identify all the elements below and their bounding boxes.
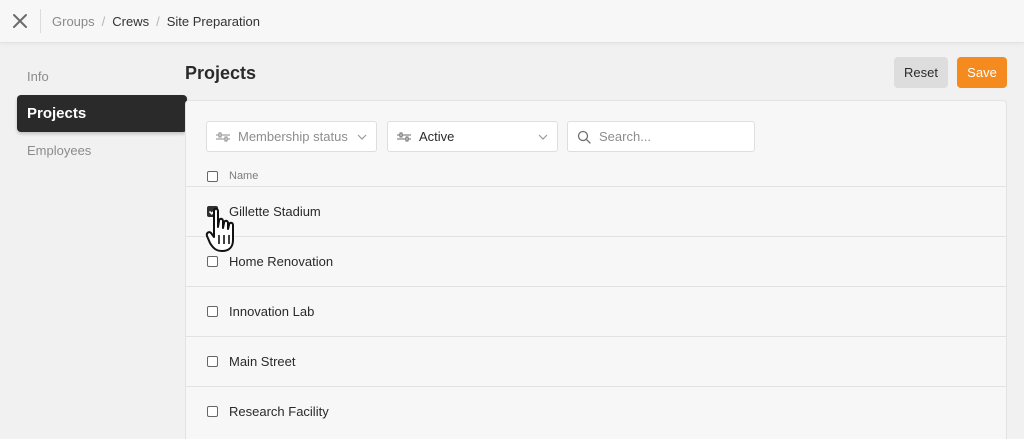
reset-button[interactable]: Reset [894, 57, 948, 88]
sidebar-item-info[interactable]: Info [17, 58, 187, 95]
search-input[interactable] [599, 129, 749, 144]
top-bar: Groups / Crews / Site Preparation [0, 0, 1024, 43]
sidebar-item-label: Info [27, 69, 49, 84]
status-filter-label: Active [419, 129, 455, 144]
projects-panel: Membership status Active Search... Name … [185, 100, 1007, 439]
membership-status-label: Membership status [238, 129, 348, 144]
page-title: Projects [185, 63, 257, 83]
chevron-down-icon [538, 134, 548, 140]
topbar-divider [40, 9, 41, 33]
breadcrumb-current: Site Preparation [166, 13, 260, 29]
sidebar-item-projects[interactable]: Projects [17, 95, 187, 132]
sliders-icon [216, 132, 230, 142]
close-icon [12, 13, 28, 29]
row-label: Research Facility [229, 404, 329, 419]
sidebar-item-employees[interactable]: Employees [17, 132, 187, 169]
table-row[interactable]: Main Street [186, 336, 1006, 386]
row-checkbox[interactable] [207, 206, 218, 217]
breadcrumb-separator: / [101, 13, 106, 29]
project-list: Gillette Stadium Home Renovation Innovat… [186, 186, 1006, 436]
sidebar-item-label: Projects [27, 105, 87, 122]
row-checkbox[interactable] [207, 356, 218, 367]
row-label: Gillette Stadium [229, 204, 321, 219]
table-row[interactable]: Research Facility [186, 386, 1006, 436]
table-header: Name [186, 166, 1006, 186]
row-checkbox[interactable] [207, 306, 218, 317]
select-all-checkbox[interactable] [207, 170, 218, 182]
search-icon [577, 130, 591, 144]
row-label: Main Street [229, 354, 296, 369]
sliders-icon [397, 132, 411, 142]
breadcrumb: Groups / Crews / Site Preparation [52, 14, 260, 29]
check-icon [208, 208, 217, 216]
breadcrumb-groups[interactable]: Groups [52, 14, 95, 29]
membership-status-filter[interactable]: Membership status [206, 121, 377, 152]
breadcrumb-crews[interactable]: Crews [112, 14, 149, 29]
sidebar-item-label: Employees [27, 143, 92, 158]
table-row[interactable]: Gillette Stadium [186, 186, 1006, 236]
column-header-name: Name [229, 170, 259, 182]
chevron-down-icon [357, 134, 367, 140]
sidebar: Info Projects Employees [17, 58, 187, 169]
row-checkbox[interactable] [207, 406, 218, 417]
save-button[interactable]: Save [957, 57, 1007, 88]
search-field[interactable] [567, 121, 755, 152]
table-row[interactable]: Home Renovation [186, 236, 1006, 286]
close-button[interactable] [0, 0, 40, 43]
breadcrumb-separator: / [156, 13, 160, 29]
status-filter[interactable]: Active [387, 121, 558, 152]
row-label: Home Renovation [229, 254, 334, 269]
row-checkbox[interactable] [207, 256, 218, 267]
row-label: Innovation Lab [229, 304, 315, 319]
table-row[interactable]: Innovation Lab [186, 286, 1006, 336]
